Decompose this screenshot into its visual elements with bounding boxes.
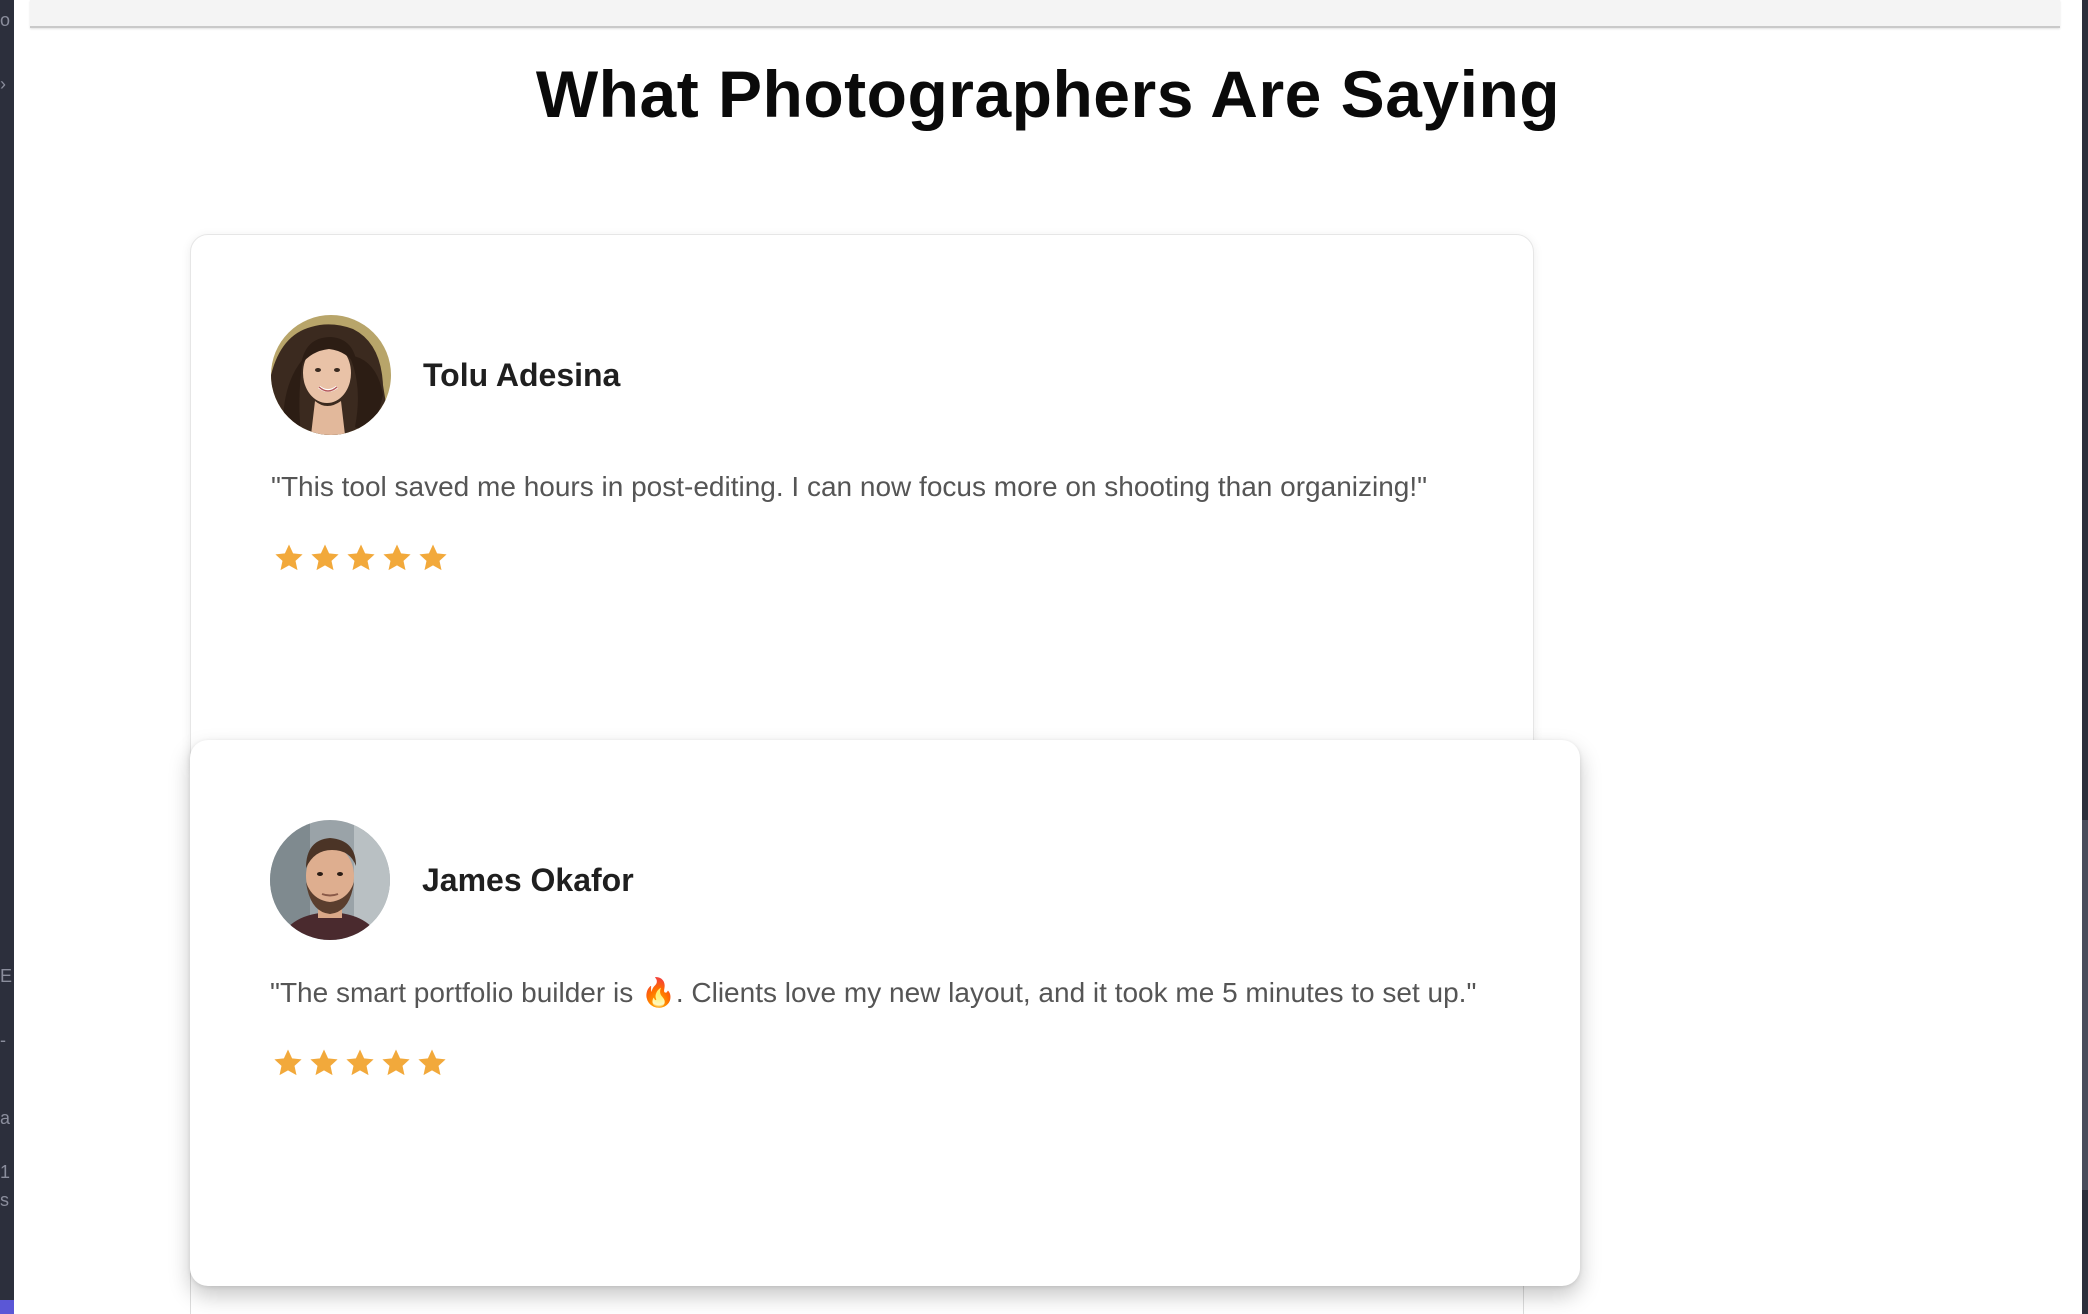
star-icon <box>383 544 411 571</box>
star-icon <box>274 1049 302 1076</box>
card-header: Tolu Adesina <box>271 315 620 435</box>
star-icon <box>419 544 447 571</box>
chevron-right-icon: › <box>0 74 6 94</box>
testimonial-card: James Okafor "The smart portfolio builde… <box>190 740 1580 1286</box>
scrollbar-track[interactable] <box>2082 0 2088 1314</box>
status-marker <box>0 1300 14 1314</box>
scrollbar-thumb[interactable] <box>2082 820 2088 1190</box>
star-icon <box>346 1049 374 1076</box>
rating-stars <box>270 1046 450 1080</box>
star-icon <box>275 544 303 571</box>
woman-portrait-avatar <box>271 315 391 435</box>
man-portrait-avatar <box>270 820 390 940</box>
section-title: What Photographers Are Saying <box>535 57 1561 131</box>
card-header: James Okafor <box>270 820 634 940</box>
editor-text-fragment: s <box>0 1190 9 1210</box>
rating-stars <box>271 541 451 575</box>
editor-text-fragment: 1 <box>0 1162 11 1182</box>
dash-icon: - <box>0 1030 6 1050</box>
testimonial-card: Tolu Adesina "This tool saved me hours i… <box>190 234 1534 774</box>
editor-text-fragment: a <box>0 1108 11 1128</box>
navbar <box>30 0 2060 28</box>
reviewer-name: Tolu Adesina <box>423 356 621 393</box>
star-icon <box>418 1049 446 1076</box>
page-preview: What Photographers Are Saying Tolu Adesi… <box>14 0 2082 1314</box>
star-icon <box>311 544 339 571</box>
star-icon <box>310 1049 338 1076</box>
editor-text-fragment: o <box>0 10 11 30</box>
star-icon <box>347 544 375 571</box>
testimonial-quote: "The smart portfolio builder is 🔥. Clien… <box>270 977 1477 1008</box>
editor-sidebar-strip: o › E - a 1 s <box>0 0 14 1314</box>
editor-text-fragment: E <box>0 966 13 986</box>
reviewer-name: James Okafor <box>422 861 634 898</box>
testimonial-quote: "This tool saved me hours in post-editin… <box>271 471 1428 502</box>
star-icon <box>382 1049 410 1076</box>
